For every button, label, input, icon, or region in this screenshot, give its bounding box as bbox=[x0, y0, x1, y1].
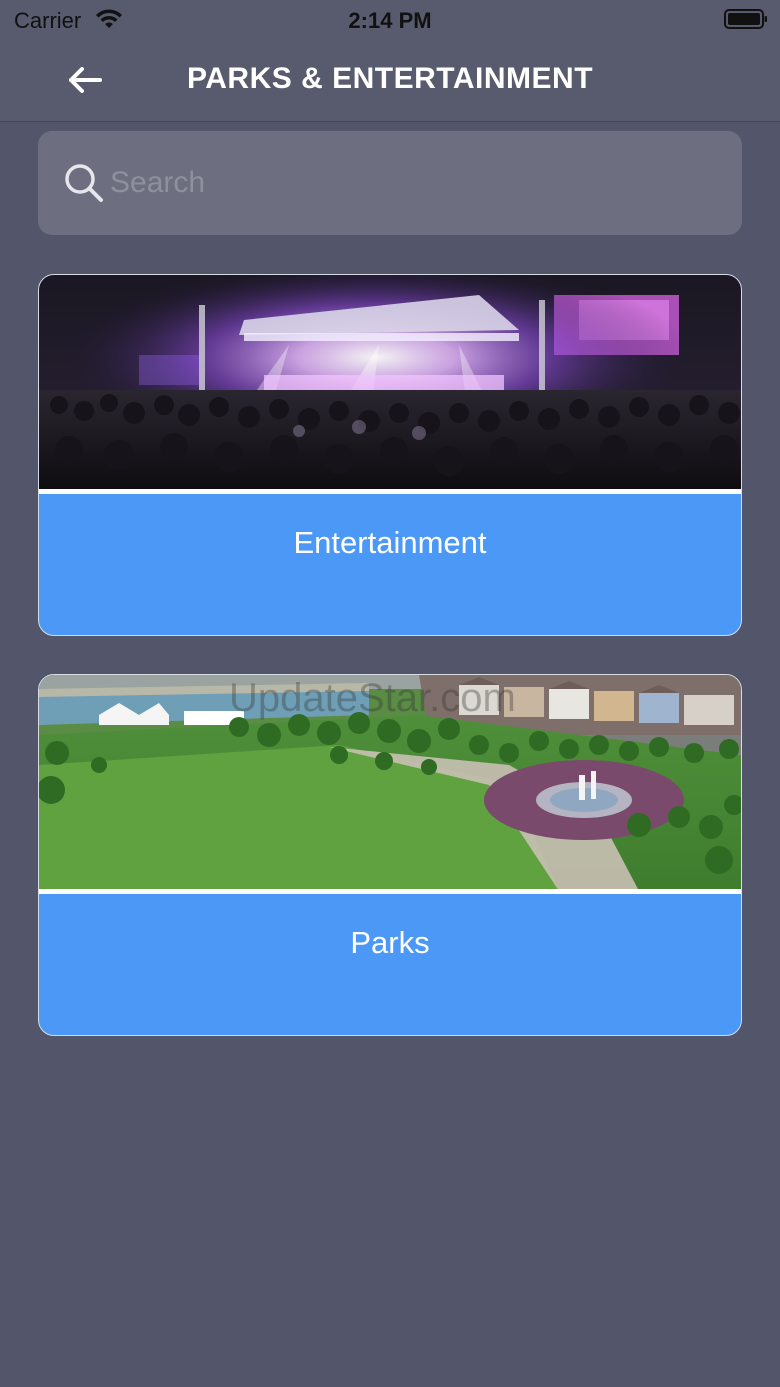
parks-label: Parks bbox=[350, 925, 430, 960]
search-bar[interactable] bbox=[38, 131, 742, 235]
watermark: UpdateStar.com bbox=[229, 676, 516, 720]
card-divider bbox=[39, 489, 741, 494]
category-card-entertainment[interactable]: Entertainment bbox=[38, 274, 742, 636]
card-divider bbox=[39, 889, 741, 894]
search-icon bbox=[65, 164, 103, 202]
category-card-parks[interactable]: UpdateStar.com Parks bbox=[38, 674, 742, 1036]
page-title: PARKS & ENTERTAINMENT bbox=[186, 62, 594, 95]
entertainment-image bbox=[39, 275, 741, 491]
status-time: 2:14 PM bbox=[348, 8, 432, 33]
battery-icon bbox=[724, 9, 767, 29]
parks-image: UpdateStar.com bbox=[39, 675, 741, 891]
search-input[interactable] bbox=[110, 157, 710, 209]
status-bar: Carrier 2:14 PM bbox=[0, 0, 780, 40]
nav-bar: PARKS & ENTERTAINMENT bbox=[0, 40, 780, 122]
entertainment-label: Entertainment bbox=[293, 525, 487, 560]
